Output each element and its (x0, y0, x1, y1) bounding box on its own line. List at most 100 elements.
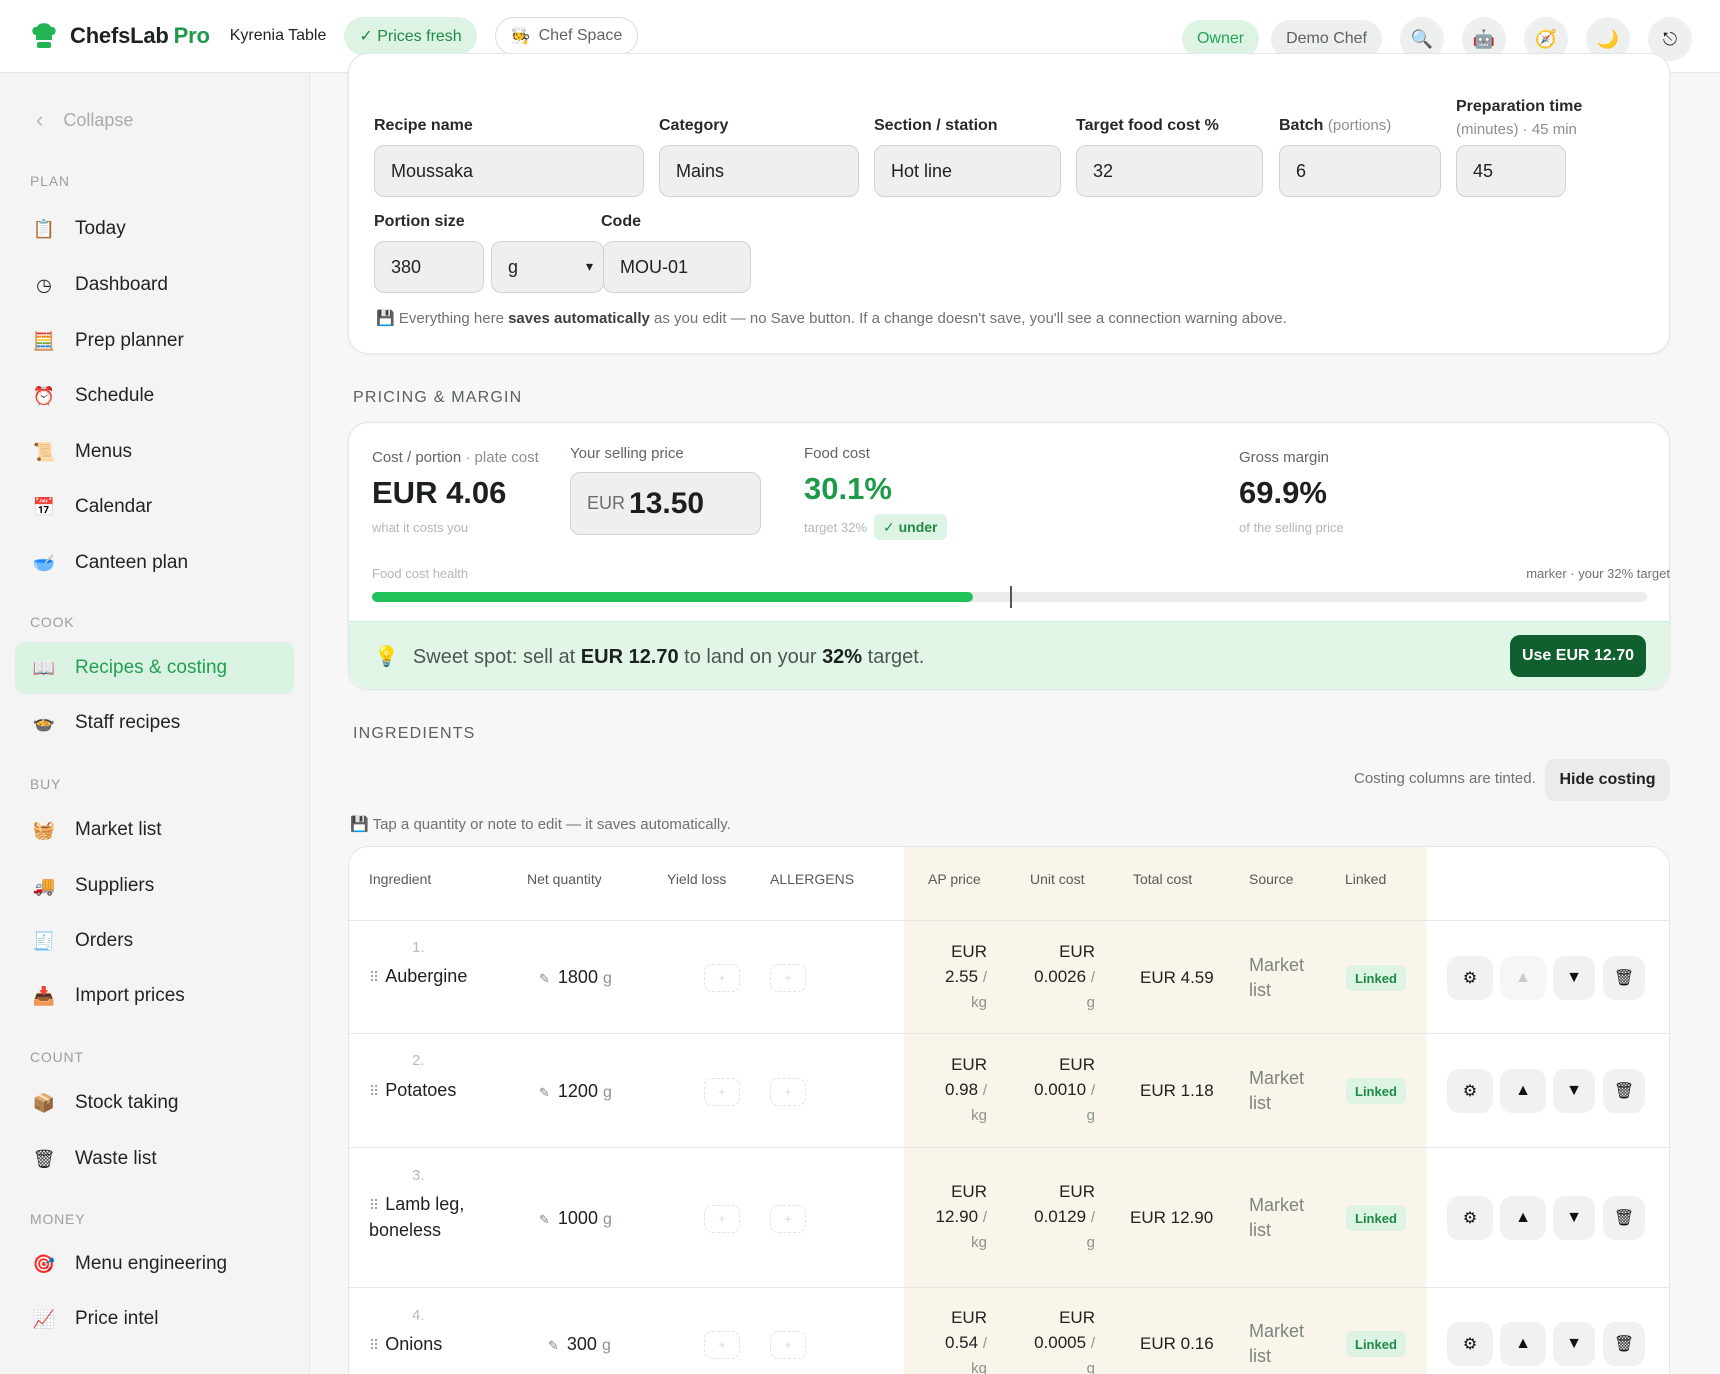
cost-portion-label: Cost / portion · plate cost (372, 449, 539, 466)
net-quantity[interactable]: ✎ 1800 g (539, 967, 612, 988)
settings-gear-icon[interactable]: ⚙ (1447, 1069, 1493, 1113)
selling-price-input[interactable]: EUR 13.50 (570, 472, 761, 535)
drag-handle-icon[interactable]: ⠿ (369, 1083, 379, 1099)
delete-trash-icon[interactable]: 🗑 (1603, 1196, 1645, 1240)
pencil-icon: ✎ (539, 971, 550, 986)
move-down-icon[interactable]: ▼ (1553, 956, 1595, 1000)
move-down-icon[interactable]: ▼ (1553, 1069, 1595, 1113)
row-number: 1. (412, 939, 425, 956)
drag-handle-icon[interactable]: ⠿ (369, 969, 379, 985)
yield-loss-add[interactable]: + (704, 1331, 740, 1359)
sidebar-item-price-intel[interactable]: 📈 Price intel (15, 1293, 294, 1345)
yield-loss-add[interactable]: + (704, 1205, 740, 1233)
ingredient-name[interactable]: ⠿ Potatoes (369, 1078, 456, 1104)
target-marker-label: marker · your 32% target (1526, 566, 1670, 581)
move-up-icon[interactable]: ▲ (1500, 1069, 1546, 1113)
allergens-add[interactable]: + (770, 1331, 806, 1359)
net-quantity[interactable]: ✎ 1200 g (539, 1081, 612, 1102)
target-input[interactable]: 32 (1076, 145, 1263, 197)
sidebar-item-market-list[interactable]: 🧺 Market list (15, 804, 294, 856)
ingredient-name[interactable]: ⠿ Onions (369, 1332, 442, 1358)
col-yield-loss: Yield loss (667, 871, 727, 887)
allergens-add[interactable]: + (770, 1078, 806, 1106)
abacus-icon: 🧮 (32, 330, 56, 351)
move-down-icon[interactable]: ▼ (1553, 1196, 1595, 1240)
nav-section-count: COUNT (30, 1049, 84, 1065)
sidebar-item-staff-recipes[interactable]: 🍲 Staff recipes (15, 697, 294, 749)
ingredient-name[interactable]: ⠿ Lamb leg, boneless (369, 1192, 464, 1243)
settings-gear-icon[interactable]: ⚙ (1447, 1196, 1493, 1240)
chevron-left-icon: ‹ (36, 107, 44, 132)
unit-cost: EUR 0.0005 /g (1034, 1308, 1095, 1374)
sidebar-item-stock-taking[interactable]: 📦 Stock taking (15, 1077, 294, 1129)
allergens-add[interactable]: + (770, 964, 806, 992)
portion-unit-select[interactable]: g ▾ (491, 241, 604, 293)
sidebar-item-menus[interactable]: 📜 Menus (15, 426, 294, 478)
linked-badge: Linked (1346, 1331, 1406, 1357)
net-quantity[interactable]: ✎ 1000 g (539, 1208, 612, 1229)
col-total-cost: Total cost (1133, 871, 1193, 887)
chef-space-button[interactable]: 🧑‍🍳 Chef Space (494, 17, 639, 55)
ingredients-section-title: INGREDIENTS (353, 725, 476, 742)
category-label: Category (659, 117, 729, 134)
drag-handle-icon[interactable]: ⠿ (369, 1337, 379, 1353)
basket-icon: 🧺 (32, 819, 56, 840)
hide-costing-button[interactable]: Hide costing (1545, 759, 1670, 801)
chart-up-icon: 📈 (32, 1308, 56, 1329)
prices-fresh-badge[interactable]: ✓ Prices fresh (344, 17, 477, 55)
scroll-icon: 📜 (32, 441, 56, 462)
settings-gear-icon[interactable]: ⚙ (1447, 1322, 1493, 1366)
prep-input[interactable]: 45 (1456, 145, 1566, 197)
allergens-add[interactable]: + (770, 1205, 806, 1233)
move-up-icon[interactable]: ▲ (1500, 956, 1546, 1000)
autosave-note: 💾 Everything here saves automatically as… (376, 310, 1287, 327)
move-down-icon[interactable]: ▼ (1553, 1322, 1595, 1366)
delete-trash-icon[interactable]: 🗑 (1603, 956, 1645, 1000)
sidebar-item-suppliers[interactable]: 🚚 Suppliers (15, 860, 294, 912)
target-label: Target food cost % (1076, 117, 1219, 134)
sidebar-item-dashboard[interactable]: ◷ Dashboard (15, 259, 294, 311)
food-cost-health-fill (372, 592, 973, 602)
food-cost-value: 30.1% (804, 471, 892, 506)
gross-margin-value: 69.9% (1239, 475, 1327, 510)
portion-input[interactable]: 380 (374, 241, 484, 293)
drag-handle-icon[interactable]: ⠿ (369, 1197, 379, 1213)
sidebar-item-menu-engineering[interactable]: 🎯 Menu engineering (15, 1238, 294, 1290)
sidebar-item-schedule[interactable]: ⏰ Schedule (15, 370, 294, 422)
net-quantity[interactable]: ✎ 300 g (548, 1334, 611, 1355)
category-input[interactable]: Mains (659, 145, 859, 197)
unit-cost: EUR 0.0010 /g (1034, 1055, 1095, 1124)
move-up-icon[interactable]: ▲ (1500, 1196, 1546, 1240)
sidebar-item-import-prices[interactable]: 📥 Import prices (15, 970, 294, 1022)
venue-name[interactable]: Kyrenia Table (230, 27, 327, 45)
sidebar-item-orders[interactable]: 🧾 Orders (15, 915, 294, 967)
sidebar-item-waste-list[interactable]: 🗑 Waste list (15, 1133, 294, 1185)
yield-loss-add[interactable]: + (704, 1078, 740, 1106)
code-input[interactable]: MOU-01 (603, 241, 751, 293)
section-input[interactable]: Hot line (874, 145, 1061, 197)
box-icon: 📦 (32, 1092, 56, 1113)
sidebar-item-canteen-plan[interactable]: 🥣 Canteen plan (15, 537, 294, 589)
sidebar-item-calendar[interactable]: 📅 Calendar (15, 481, 294, 533)
delete-trash-icon[interactable]: 🗑 (1603, 1322, 1645, 1366)
settings-gear-icon[interactable]: ⚙ (1447, 956, 1493, 1000)
brand-name[interactable]: ChefsLab Pro (70, 23, 210, 49)
yield-loss-add[interactable]: + (704, 964, 740, 992)
clipboard-icon: 📋 (32, 218, 56, 239)
linked-badge: Linked (1346, 1078, 1406, 1104)
recipe-name-input[interactable]: Moussaka (374, 145, 644, 197)
sidebar-item-prep-planner[interactable]: 🧮 Prep planner (15, 315, 294, 367)
col-net-quantity: Net quantity (527, 871, 602, 887)
use-sweet-price-button[interactable]: Use EUR 12.70 (1510, 635, 1646, 677)
col-source: Source (1249, 871, 1294, 887)
chef-icon: 🧑‍🍳 (510, 28, 531, 45)
delete-trash-icon[interactable]: 🗑 (1603, 1069, 1645, 1113)
sidebar-item-today[interactable]: 📋 Today (15, 203, 294, 255)
batch-input[interactable]: 6 (1279, 145, 1441, 197)
sweet-spot-text: 💡 Sweet spot: sell at EUR 12.70 to land o… (374, 646, 925, 668)
sidebar-item-recipes-costing[interactable]: 📖 Recipes & costing (15, 642, 294, 694)
collapse-button[interactable]: ‹ Collapse (36, 107, 133, 133)
move-up-icon[interactable]: ▲ (1500, 1322, 1546, 1366)
ingredient-name[interactable]: ⠿ Aubergine (369, 964, 467, 990)
pot-icon: 🍲 (32, 712, 56, 733)
